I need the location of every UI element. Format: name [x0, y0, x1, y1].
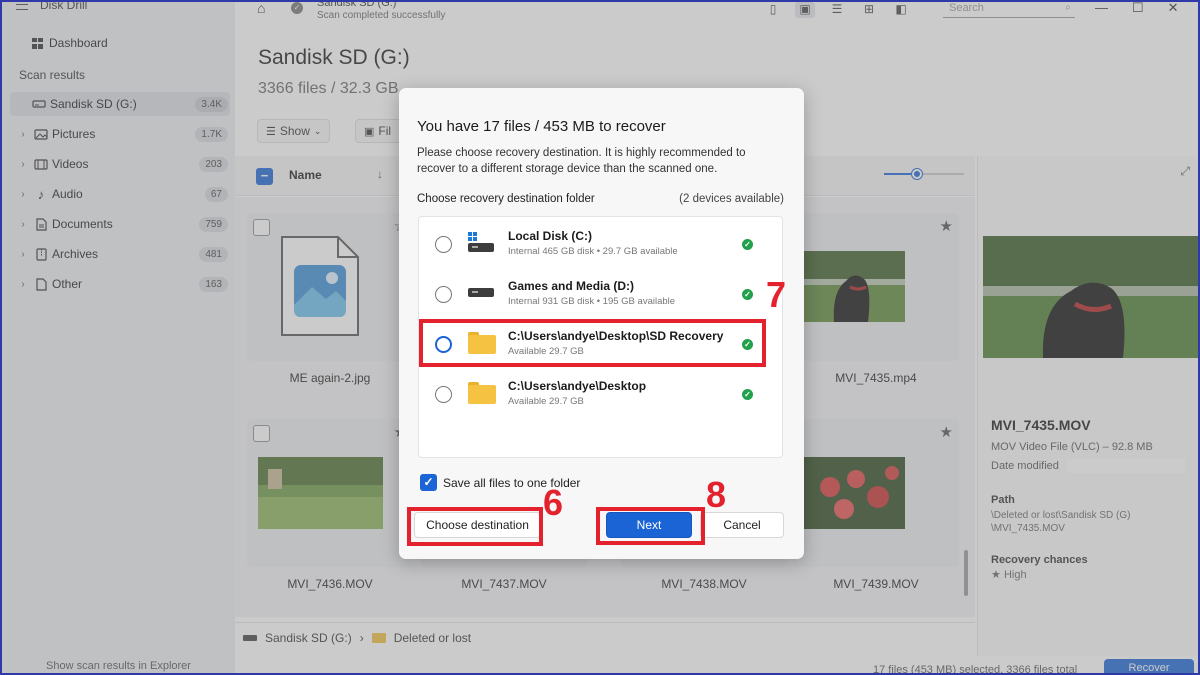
folder-icon — [468, 381, 496, 404]
check-icon: ✓ — [742, 289, 753, 300]
annotation-number-6: 6 — [543, 482, 564, 523]
windows-drive-icon — [468, 231, 496, 253]
annotation-box-8 — [596, 507, 705, 545]
annotation-number-8: 8 — [706, 474, 727, 515]
dialog-description: Please choose recovery destination. It i… — [417, 147, 746, 175]
save-all-checkbox[interactable]: ✓ — [420, 474, 437, 491]
destination-name: C:\Users\andye\Desktop — [508, 379, 647, 393]
destination-option-c[interactable]: Local Disk (C:) Internal 465 GB disk • 2… — [419, 217, 782, 267]
destination-option-d[interactable]: Games and Media (D:) Internal 931 GB dis… — [419, 267, 782, 317]
check-icon: ✓ — [742, 389, 753, 400]
destination-detail: Available 29.7 GB — [508, 396, 584, 407]
dialog-title: You have 17 files / 453 MB to recover — [417, 118, 666, 135]
drive-icon — [468, 281, 496, 303]
annotation-box-6 — [407, 507, 543, 546]
destination-radio[interactable] — [435, 236, 452, 253]
destination-option-desktop[interactable]: C:\Users\andye\Desktop Available 29.7 GB… — [419, 367, 782, 417]
annotation-box-7 — [419, 319, 766, 367]
destination-folder-label: Choose recovery destination folder — [417, 193, 595, 205]
annotation-number-7: 7 — [766, 274, 787, 315]
destination-radio[interactable] — [435, 286, 452, 303]
destination-detail: Internal 931 GB disk • 195 GB available — [508, 296, 676, 307]
destination-detail: Internal 465 GB disk • 29.7 GB available — [508, 246, 678, 257]
destination-name: Games and Media (D:) — [508, 279, 635, 293]
destination-radio[interactable] — [435, 386, 452, 403]
devices-available: (2 devices available) — [679, 193, 784, 205]
destination-name: Local Disk (C:) — [508, 229, 593, 243]
check-icon: ✓ — [742, 239, 753, 250]
